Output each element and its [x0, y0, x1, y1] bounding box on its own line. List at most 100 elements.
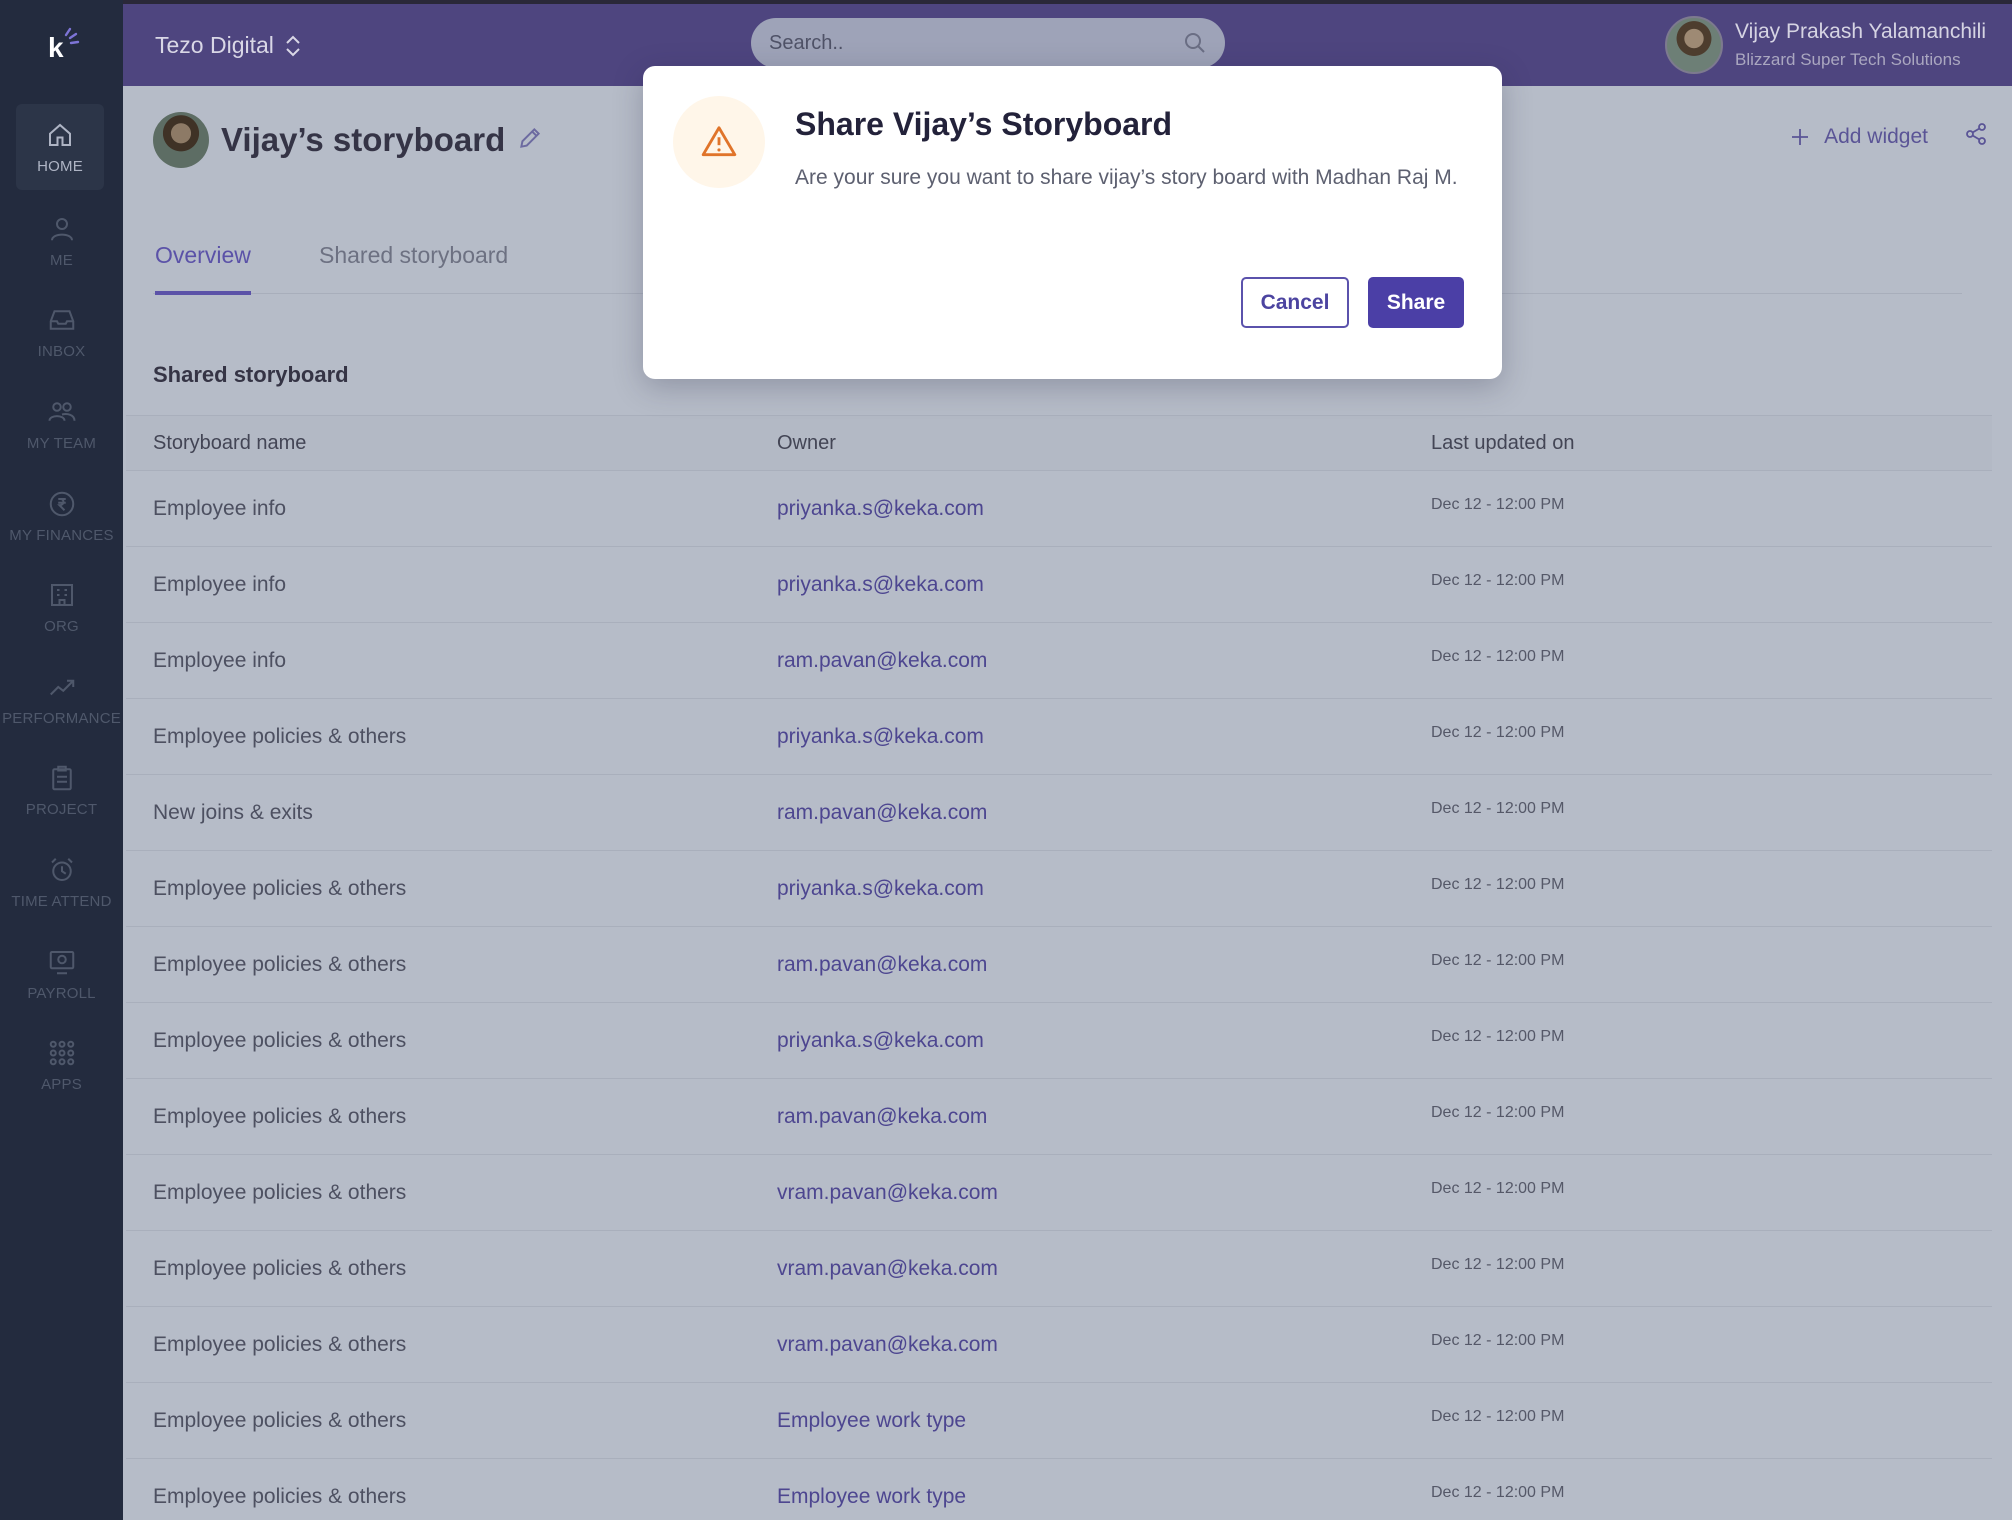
sidebar-item-me[interactable]: ME — [0, 196, 123, 288]
sidebar: k HOME ME INBOX MY TEAM MY FINANCES ORG — [0, 0, 123, 1520]
table-row[interactable]: Employee policies & others ram.pavan@keka… — [126, 927, 1992, 1003]
owner-link[interactable]: ram.pavan@keka.com — [777, 1105, 1431, 1129]
tab-overview[interactable]: Overview — [155, 242, 251, 295]
sidebar-item-payroll[interactable]: PAYROLL — [0, 928, 123, 1020]
org-switcher[interactable]: Tezo Digital — [155, 32, 302, 59]
sidebar-item-apps[interactable]: APPS — [0, 1020, 123, 1112]
table-row[interactable]: Employee info ram.pavan@keka.com Dec 12 - … — [126, 623, 1992, 699]
table-row[interactable]: Employee policies & others priyanka.s@kek… — [126, 699, 1992, 775]
last-updated: Dec 12 - 12:00 PM — [1431, 1483, 1565, 1501]
edit-title-button[interactable] — [517, 125, 543, 156]
owner-link[interactable]: ram.pavan@keka.com — [777, 953, 1431, 977]
table-row[interactable]: Employee policies & others Employee work … — [126, 1383, 1992, 1459]
sidebar-item-label: MY FINANCES — [9, 526, 114, 544]
owner-link[interactable]: vram.pavan@keka.com — [777, 1333, 1431, 1357]
table-row[interactable]: Employee info priyanka.s@keka.com Dec 12 -… — [126, 471, 1992, 547]
storyboard-name[interactable]: Employee info — [126, 573, 777, 597]
last-updated: Dec 12 - 12:00 PM — [1431, 1331, 1565, 1349]
tab-shared-storyboard[interactable]: Shared storyboard — [319, 242, 508, 291]
storyboard-name[interactable]: Employee info — [126, 497, 777, 521]
owner-link[interactable]: ram.pavan@keka.com — [777, 801, 1431, 825]
user-name: Vijay Prakash Yalamanchili — [1735, 20, 1986, 43]
last-updated: Dec 12 - 12:00 PM — [1431, 1407, 1565, 1425]
table-row[interactable]: Employee policies & others Employee work … — [126, 1459, 1992, 1520]
svg-text:k: k — [48, 32, 64, 63]
column-header-owner[interactable]: Owner — [777, 432, 1431, 455]
pencil-icon — [520, 127, 541, 148]
search-icon[interactable] — [1183, 31, 1207, 55]
owner-link[interactable]: priyanka.s@keka.com — [777, 725, 1431, 749]
storyboard-name[interactable]: Employee policies & others — [126, 1105, 777, 1129]
sidebar-item-time-attend[interactable]: TIME ATTEND — [0, 837, 123, 929]
last-updated: Dec 12 - 12:00 PM — [1431, 1255, 1565, 1273]
last-updated: Dec 12 - 12:00 PM — [1431, 1179, 1565, 1197]
owner-link[interactable]: Employee work type — [777, 1409, 1431, 1433]
shared-storyboard-table: Storyboard name Owner Last updated on Em… — [126, 415, 1992, 1520]
table-row[interactable]: Employee policies & others ram.pavan@keka… — [126, 1079, 1992, 1155]
sidebar-item-label: ME — [50, 251, 73, 269]
storyboard-name[interactable]: Employee policies & others — [126, 725, 777, 749]
plus-icon — [1792, 128, 1809, 145]
owner-link[interactable]: priyanka.s@keka.com — [777, 573, 1431, 597]
owner-link[interactable]: vram.pavan@keka.com — [777, 1257, 1431, 1281]
share-board-button[interactable] — [1964, 122, 1988, 151]
owner-link[interactable]: ram.pavan@keka.com — [777, 649, 1431, 673]
storyboard-name[interactable]: Employee policies & others — [126, 1409, 777, 1433]
person-icon — [50, 217, 73, 241]
owner-link[interactable]: priyanka.s@keka.com — [777, 497, 1431, 521]
rupee-icon — [49, 491, 74, 516]
logo-icon: k — [48, 27, 79, 63]
last-updated: Dec 12 - 12:00 PM — [1431, 723, 1565, 741]
last-updated: Dec 12 - 12:00 PM — [1431, 1103, 1565, 1121]
sidebar-item-my-team[interactable]: MY TEAM — [0, 379, 123, 471]
storyboard-name[interactable]: Employee policies & others — [126, 1029, 777, 1053]
owner-link[interactable]: priyanka.s@keka.com — [777, 1029, 1431, 1053]
owner-link[interactable]: priyanka.s@keka.com — [777, 877, 1431, 901]
last-updated: Dec 12 - 12:00 PM — [1431, 571, 1565, 589]
storyboard-name[interactable]: Employee policies & others — [126, 1257, 777, 1281]
sidebar-item-project[interactable]: PROJECT — [0, 745, 123, 837]
table-row[interactable]: Employee info priyanka.s@keka.com Dec 12 -… — [126, 547, 1992, 623]
storyboard-name[interactable]: Employee info — [126, 649, 777, 673]
section-title: Shared storyboard — [153, 362, 349, 387]
table-row[interactable]: New joins & exits ram.pavan@keka.com Dec 1… — [126, 775, 1992, 851]
header-actions: Add widget — [1788, 122, 1988, 151]
storyboard-name[interactable]: New joins & exits — [126, 801, 777, 825]
sidebar-item-inbox[interactable]: INBOX — [0, 287, 123, 379]
storyboard-name[interactable]: Employee policies & others — [126, 953, 777, 977]
storyboard-name[interactable]: Employee policies & others — [126, 1181, 777, 1205]
add-widget-label: Add widget — [1824, 124, 1928, 148]
share-button[interactable]: Share — [1368, 277, 1464, 328]
owner-link[interactable]: vram.pavan@keka.com — [777, 1181, 1431, 1205]
search-bar — [751, 18, 1225, 68]
table-row[interactable]: Employee policies & others vram.pavan@kek… — [126, 1231, 1992, 1307]
sidebar-item-home[interactable]: HOME — [16, 104, 104, 190]
table-row[interactable]: Employee policies & others priyanka.s@kek… — [126, 1003, 1992, 1079]
share-icon — [1966, 123, 1986, 145]
storyboard-name[interactable]: Employee policies & others — [126, 877, 777, 901]
column-header-updated[interactable]: Last updated on — [1431, 432, 1992, 455]
cancel-button[interactable]: Cancel — [1241, 277, 1349, 328]
app-logo[interactable]: k — [0, 4, 123, 86]
sidebar-item-org[interactable]: ORG — [0, 562, 123, 654]
share-confirm-dialog: Share Vijay’s Storyboard Are your sure y… — [643, 66, 1502, 379]
sidebar-item-my-finances[interactable]: MY FINANCES — [0, 470, 123, 562]
column-header-name[interactable]: Storyboard name — [126, 432, 777, 455]
table-header: Storyboard name Owner Last updated on — [126, 415, 1992, 471]
storyboard-name[interactable]: Employee policies & others — [126, 1333, 777, 1357]
user-menu[interactable]: Vijay Prakash Yalamanchili Blizzard Supe… — [1665, 16, 1986, 74]
storyboard-name[interactable]: Employee policies & others — [126, 1485, 777, 1509]
add-widget-button[interactable]: Add widget — [1788, 125, 1928, 149]
table-row[interactable]: Employee policies & others priyanka.s@kek… — [126, 851, 1992, 927]
user-info: Vijay Prakash Yalamanchili Blizzard Supe… — [1735, 20, 1986, 70]
sidebar-nav: HOME ME INBOX MY TEAM MY FINANCES ORG PE… — [0, 104, 123, 1112]
sidebar-item-performance[interactable]: PERFORMANCE — [0, 654, 123, 746]
last-updated: Dec 12 - 12:00 PM — [1431, 799, 1565, 817]
clipboard-icon — [51, 766, 72, 791]
payroll-icon — [49, 950, 74, 974]
table-row[interactable]: Employee policies & others vram.pavan@kek… — [126, 1307, 1992, 1383]
owner-link[interactable]: Employee work type — [777, 1485, 1431, 1509]
table-row[interactable]: Employee policies & others vram.pavan@kek… — [126, 1155, 1992, 1231]
board-owner-avatar — [153, 112, 209, 168]
search-input[interactable] — [769, 31, 1183, 55]
